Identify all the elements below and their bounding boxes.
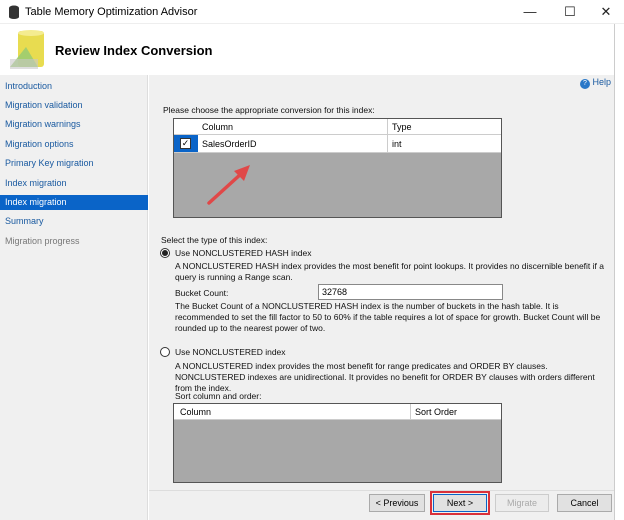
hash-description: A NONCLUSTERED HASH index provides the m… [175, 261, 604, 282]
bucket-count-input[interactable] [318, 284, 503, 300]
nav-migration-warnings[interactable]: Migration warnings [0, 117, 148, 132]
type-header: Type [392, 122, 412, 132]
page-header: Review Index Conversion [0, 24, 624, 75]
type-label: Select the type of this index: [161, 235, 268, 245]
column-cell: SalesOrderID [202, 139, 257, 149]
migrate-button: Migrate [495, 494, 549, 512]
cancel-button[interactable]: Cancel [557, 494, 612, 512]
help-link[interactable]: ? Help [580, 77, 611, 89]
nav-primary-key-migration[interactable]: Primary Key migration [0, 156, 148, 171]
sort-order-header: Sort Order [415, 407, 458, 417]
window-title: Table Memory Optimization Advisor [25, 6, 198, 18]
grid-header: Column Type [174, 119, 501, 135]
nav-index-migration[interactable]: Index migration [0, 176, 148, 191]
wizard-icon [10, 30, 44, 69]
maximize-button[interactable]: ☐ [555, 2, 585, 22]
nav-index-migration-selected[interactable]: Index migration [0, 195, 148, 210]
sort-order-grid[interactable]: Column Sort Order [173, 403, 502, 483]
hash-index-label[interactable]: Use NONCLUSTERED HASH index [175, 248, 312, 259]
help-label: Help [592, 77, 612, 87]
nonclustered-index-radio[interactable] [160, 347, 170, 357]
table-row[interactable]: ✓ SalesOrderID int [174, 135, 501, 153]
hash-index-radio[interactable] [160, 248, 170, 258]
close-button[interactable]: ✕ [591, 2, 621, 22]
nav-introduction[interactable]: Introduction [0, 79, 148, 94]
bucket-description: The Bucket Count of a NONCLUSTERED HASH … [175, 301, 601, 333]
page-title: Review Index Conversion [55, 43, 213, 58]
title-bar: Table Memory Optimization Advisor — ☐ ✕ [0, 0, 624, 24]
index-columns-grid[interactable]: Column Type ✓ SalesOrderID int [173, 118, 502, 218]
bucket-count-label: Bucket Count: [175, 288, 229, 298]
database-icon [9, 5, 19, 19]
row-selector: ✓ [174, 135, 198, 152]
column-header: Column [202, 122, 234, 132]
checkbox[interactable]: ✓ [180, 138, 191, 149]
choose-label: Please choose the appropriate conversion… [163, 105, 375, 115]
nav-migration-validation[interactable]: Migration validation [0, 98, 148, 113]
minimize-button[interactable]: — [515, 2, 545, 22]
next-button[interactable]: Next > [430, 491, 490, 515]
nonclustered-index-label[interactable]: Use NONCLUSTERED index [175, 347, 286, 358]
annotation-arrow [207, 165, 250, 205]
nav-migration-options[interactable]: Migration options [0, 137, 148, 152]
nonclustered-description: A NONCLUSTERED index provides the most b… [175, 361, 595, 393]
type-cell: int [392, 139, 402, 149]
window-edge [614, 24, 624, 520]
column-header: Column [180, 407, 212, 417]
previous-button[interactable]: < Previous [369, 494, 425, 512]
help-icon: ? [580, 79, 590, 89]
sidebar-nav: Introduction Migration validation Migrat… [0, 75, 148, 520]
grid-header: Column Sort Order [174, 404, 501, 420]
sort-label: Sort column and order: [175, 391, 262, 401]
nav-summary[interactable]: Summary [0, 214, 148, 229]
nav-migration-progress: Migration progress [5, 236, 80, 246]
